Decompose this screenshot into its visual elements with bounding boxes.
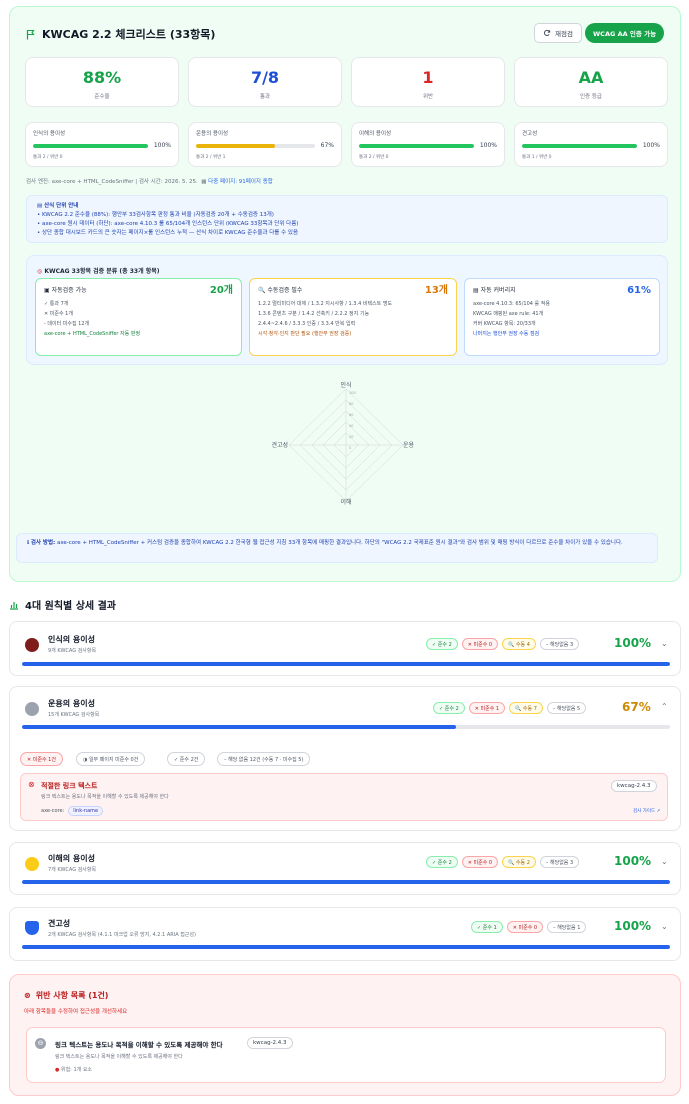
chevron-up-icon[interactable]: ⌃ xyxy=(661,702,668,711)
method-info: ℹ 검사 방법: axe-core + HTML_CodeSniffer + 커… xyxy=(16,533,658,563)
stat-pass: 7/8 통과 xyxy=(188,57,342,107)
classification-box: ◎ KWCAG 33항목 검증 분류 (총 33개 항목) ▣ 자동검증 가능 2… xyxy=(26,255,668,365)
chevron-down-icon[interactable]: ⌄ xyxy=(661,922,668,931)
stat-grade: AA 인증 등급 xyxy=(514,57,668,107)
filter-pass[interactable]: ✓ 준수 2건 xyxy=(167,752,206,766)
pin-icon: ● xyxy=(55,1067,60,1073)
filter-violation[interactable]: ✕ 미준수 1건 xyxy=(20,752,63,766)
principle-card: 인식의 용이성 100% 통과 2 / 위반 0 xyxy=(25,122,179,167)
magnifier-icon: 🔍 xyxy=(258,287,266,294)
stat-compliance: 88% 준수율 xyxy=(25,57,179,107)
chevron-down-icon[interactable]: ⌄ xyxy=(661,857,668,866)
pages-icon: ▦ xyxy=(201,179,207,185)
principle-card: 운용의 용이성 67% 통과 2 / 위반 1 xyxy=(188,122,342,167)
robot-icon: ▣ xyxy=(44,287,50,294)
section-title: 4대 원칙별 상세 결과 xyxy=(9,597,116,612)
gear-icon xyxy=(25,702,39,716)
x-circle-icon: ⊗ xyxy=(24,991,31,1000)
kwcag-code-badge: kwcag-2.4.3 xyxy=(611,780,657,792)
certification-badge: WCAG AA 인증 가능 xyxy=(585,23,665,43)
radar-tick: 80 xyxy=(349,402,353,406)
filter-na[interactable]: – 해당 없음 12건 (수동 7 · 미수집 5) xyxy=(217,752,311,766)
coverage-card: ▤ 자동 커버리지 61% axe-core 4.10.3: 65/104 룰 적… xyxy=(464,278,660,356)
auto-verify-card: ▣ 자동검증 가능 20개 ✓ 통과 7개 ✕ 미준수 1개 - 데이터 미수집 12… xyxy=(35,278,242,356)
shield-icon xyxy=(25,921,39,935)
principle-card: 견고성 100% 통과 1 / 위반 0 xyxy=(514,122,668,167)
principle-card: 이해의 용이성 100% 통과 2 / 위반 0 xyxy=(351,122,505,167)
violation-item[interactable]: ⊖ 링크 텍스트는 용도나 목적을 이해할 수 있도록 제공해야 한다 kwca… xyxy=(26,1027,666,1083)
info-icon: ℹ xyxy=(27,540,30,546)
x-circle-icon: ⊗ xyxy=(28,780,35,789)
accordion-understandable[interactable]: 이해의 용이성 7개 KWCAG 검사항목 ✓ 준수 2 ✕ 미준수 0 🔍 수동 … xyxy=(9,842,681,895)
chart-icon: ▤ xyxy=(37,203,43,209)
title-text: KWCAG 2.2 체크리스트 (33항목) xyxy=(42,28,216,41)
scan-meta: 검사 엔진: axe-core + HTML_CodeSniffer | 검사 … xyxy=(26,179,273,185)
lightbulb-icon xyxy=(25,857,39,871)
kwcag-code-badge: kwcag-2.4.3 xyxy=(247,1037,293,1049)
radar-tick: 100 xyxy=(349,391,356,395)
bar-chart-icon xyxy=(10,601,18,610)
violation-detail: ⊗ 적절한 링크 텍스트 링크 텍스트는 용도나 목적을 이해할 수 있도록 제… xyxy=(20,773,668,821)
minus-circle-icon: ⊖ xyxy=(35,1038,46,1049)
target-icon: ◎ xyxy=(37,268,43,275)
accordion-robust[interactable]: 견고성 2개 KWCAG 검사항목 (4.1.1 마크업 오류 방지, 4.2.… xyxy=(9,907,681,961)
rule-chip: link-name xyxy=(68,806,104,816)
radar-tick: 20 xyxy=(349,435,353,439)
stat-violation: 1 위반 xyxy=(351,57,505,107)
radar-chart: 인식 운용 이해 견고성 100 80 60 40 20 0 xyxy=(271,381,415,506)
refresh-button[interactable]: 재점검 xyxy=(534,23,582,43)
radar-axis-label: 이해 xyxy=(340,498,351,506)
radar-tick: 0 xyxy=(349,446,351,450)
checklist-title: KWCAG 2.2 체크리스트 (33항목) xyxy=(26,26,215,42)
radar-axis-label: 견고성 xyxy=(271,441,288,449)
formula-note: ▤ 산식 단위 안내 • KWCAG 2.2 준수율 (88%): 행안부 33… xyxy=(26,195,668,243)
guide-link[interactable]: 검사 가이드 ↗ xyxy=(633,808,660,814)
radar-tick: 60 xyxy=(349,413,353,417)
eye-icon xyxy=(25,638,39,652)
radar-axis-label: 인식 xyxy=(340,381,351,389)
chevron-down-icon[interactable]: ⌄ xyxy=(661,639,668,648)
refresh-icon xyxy=(544,29,551,36)
pages-link[interactable]: 다중 페이지: 91페이지 종합 xyxy=(208,179,273,185)
violations-panel: ⊗ 위반 사항 목록 (1건) 아래 항목들을 수정하여 접근성을 개선하세요 ⊖… xyxy=(9,974,681,1096)
filter-partial[interactable]: ◑ 일부 페이지 미준수 0건 xyxy=(76,752,146,766)
flag-icon xyxy=(26,29,35,39)
manual-verify-card: 🔍 수동검증 필수 13개 1.2.2 멀티미디어 대체 / 1.3.2 지시사항… xyxy=(249,278,457,356)
chart-icon: ▤ xyxy=(473,287,479,294)
radar-axis-label: 운용 xyxy=(403,442,415,449)
accordion-perceivable[interactable]: 인식의 용이성 9개 KWCAG 검사항목 ✓ 준수 2 ✕ 미준수 0 🔍 수동 … xyxy=(9,621,681,676)
radar-tick: 40 xyxy=(349,424,353,428)
